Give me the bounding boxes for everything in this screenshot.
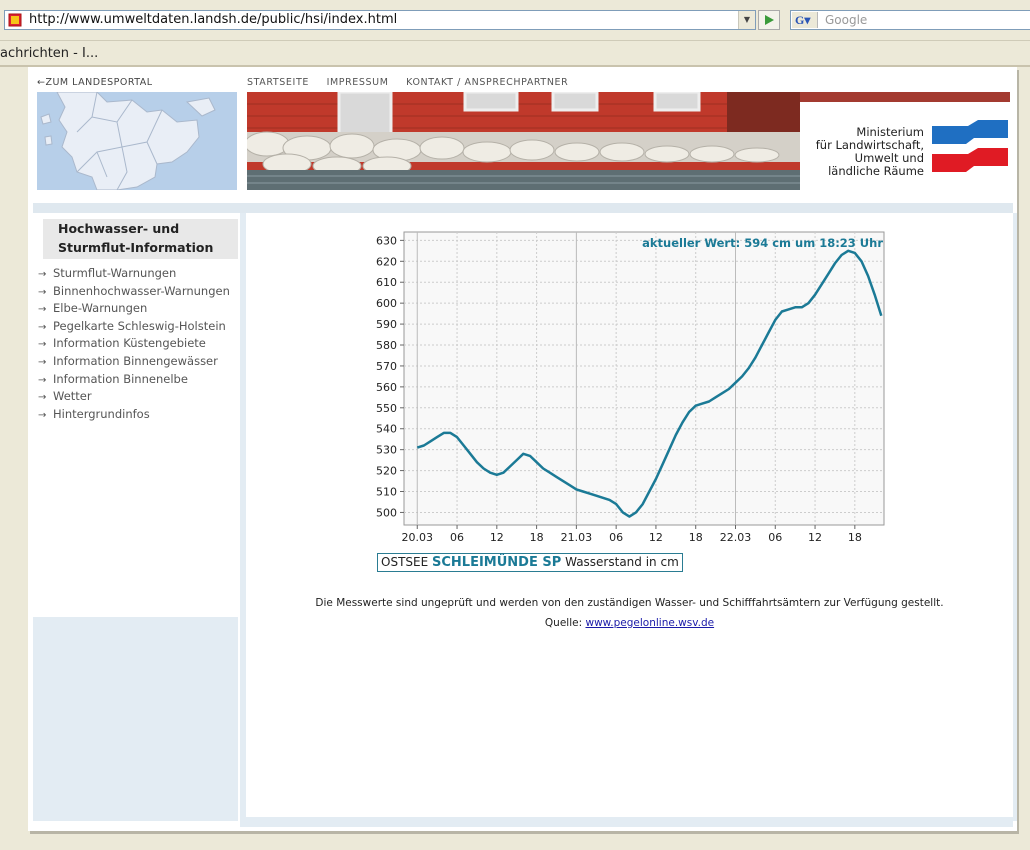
ministry-flag-icon	[932, 120, 1008, 172]
url-history-dropdown-icon[interactable]: ▼	[738, 11, 755, 29]
y-tick-label: 510	[376, 486, 397, 499]
sidebar-item-hintergrundinfos[interactable]: → Hintergrundinfos	[38, 407, 150, 421]
go-arrow-icon	[765, 15, 774, 25]
y-tick-label: 580	[376, 339, 397, 352]
y-tick-label: 570	[376, 360, 397, 373]
chart-caption: OSTSEE SCHLEIMÜNDE SP Wasserstand in cm	[377, 553, 683, 572]
x-tick-label: 06	[609, 531, 623, 544]
search-engine-icon[interactable]: G▾	[792, 12, 818, 28]
arrow-right-icon: →	[38, 269, 47, 280]
address-bar[interactable]: http://www.umweltdaten.landsh.de/public/…	[4, 10, 756, 30]
y-tick-label: 550	[376, 402, 397, 415]
y-tick-label: 600	[376, 297, 397, 310]
content-bottom-band	[240, 817, 1013, 827]
x-tick-label: 12	[649, 531, 663, 544]
nav-impressum[interactable]: IMPRESSUM	[327, 77, 389, 88]
arrow-right-icon: →	[38, 410, 47, 421]
flood-sandbags-photo	[247, 92, 800, 190]
x-tick-label: 20.03	[402, 531, 434, 544]
y-tick-label: 540	[376, 423, 397, 436]
current-value-annotation: aktueller Wert: 594 cm um 18:23 Uhr	[642, 236, 883, 250]
x-tick-label: 06	[450, 531, 464, 544]
site-favicon-icon	[8, 13, 22, 27]
arrow-right-icon: →	[38, 392, 47, 403]
right-gutter	[1013, 213, 1017, 821]
x-tick-label: 22.03	[720, 531, 752, 544]
arrow-right-icon: →	[38, 322, 47, 333]
sidebar-item-elbe-warnungen[interactable]: → Elbe-Warnungen	[38, 301, 147, 315]
caption-station: SCHLEIMÜNDE SP	[432, 555, 562, 570]
sidebar-item-binnengewaesser[interactable]: → Information Binnengewässer	[38, 354, 218, 368]
nav-startseite[interactable]: STARTSEITE	[247, 77, 309, 88]
y-tick-label: 620	[376, 255, 397, 268]
arrow-right-icon: →	[38, 339, 47, 350]
source-line: Quelle: www.pegelonline.wsv.de	[246, 617, 1013, 629]
source-link[interactable]: www.pegelonline.wsv.de	[585, 617, 714, 629]
ministry-logo: Ministerium für Landwirtschaft, Umwelt u…	[800, 102, 1010, 190]
search-input[interactable]: Google	[825, 13, 867, 27]
y-tick-label: 590	[376, 318, 397, 331]
disclaimer-text: Die Messwerte sind ungeprüft und werden …	[315, 597, 944, 609]
arrow-right-icon: →	[38, 357, 47, 368]
sidebar-title: Hochwasser- und Sturmflut-Information	[43, 219, 238, 259]
caption-measure: Wasserstand in cm	[565, 555, 679, 569]
web-page: ←ZUM LANDESPORTAL STARTSEITE IMPRESSUM K…	[28, 67, 1017, 831]
x-tick-label: 18	[848, 531, 862, 544]
y-tick-label: 630	[376, 234, 397, 247]
schleswig-holstein-map-image[interactable]	[37, 92, 237, 190]
y-tick-label: 610	[376, 276, 397, 289]
y-tick-label: 560	[376, 381, 397, 394]
back-to-portal-link[interactable]: ←ZUM LANDESPORTAL	[37, 77, 153, 88]
x-tick-label: 18	[689, 531, 703, 544]
header-separator	[33, 203, 1013, 213]
arrow-right-icon: →	[38, 287, 47, 298]
y-tick-label: 520	[376, 465, 397, 478]
arrow-right-icon: →	[38, 375, 47, 386]
sidebar-item-binnenhochwasser-warnungen[interactable]: → Binnenhochwasser-Warnungen	[38, 284, 230, 298]
top-navigation: STARTSEITE IMPRESSUM KONTAKT / ANSPRECHP…	[247, 77, 582, 88]
sidebar-item-kuestengebiete[interactable]: → Information Küstengebiete	[38, 336, 206, 350]
sidebar: Hochwasser- und Sturmflut-Information → S…	[33, 213, 238, 617]
y-tick-label: 530	[376, 444, 397, 457]
browser-toolbar: http://www.umweltdaten.landsh.de/public/…	[0, 0, 1030, 40]
tab-title[interactable]: achrichten - I...	[0, 46, 98, 61]
caption-region: OSTSEE	[381, 555, 429, 569]
plot-area	[403, 231, 885, 526]
ministry-name: Ministerium für Landwirtschaft, Umwelt u…	[815, 125, 924, 178]
sidebar-item-wetter[interactable]: → Wetter	[38, 389, 92, 403]
go-button[interactable]	[758, 10, 780, 30]
x-tick-label: 21.03	[561, 531, 593, 544]
tab-bar: achrichten - I...	[0, 40, 1030, 67]
search-box[interactable]: G▾ Google	[790, 10, 1030, 30]
x-tick-label: 12	[808, 531, 822, 544]
x-tick-label: 18	[530, 531, 544, 544]
source-label: Quelle:	[544, 617, 583, 629]
sidebar-item-sturmflut-warnungen[interactable]: → Sturmflut-Warnungen	[38, 266, 176, 280]
arrow-right-icon: →	[38, 304, 47, 315]
main-content: 500 510 520 530 540 550 560 570 580 590 600 610 620 6…	[246, 213, 1013, 817]
x-tick-label: 06	[768, 531, 782, 544]
x-tick-label: 12	[490, 531, 504, 544]
y-tick-label: 500	[376, 506, 397, 519]
banner-brick-strip	[800, 92, 1010, 102]
water-level-chart: 500 510 520 530 540 550 560 570 580 590 600 610 620 6…	[376, 231, 885, 544]
url-text: http://www.umweltdaten.landsh.de/public/…	[29, 12, 398, 27]
sidebar-item-pegelkarte[interactable]: → Pegelkarte Schleswig-Holstein	[38, 319, 226, 333]
nav-kontakt[interactable]: KONTAKT / ANSPRECHPARTNER	[406, 77, 568, 88]
sidebar-item-binnenelbe[interactable]: → Information Binnenelbe	[38, 372, 188, 386]
